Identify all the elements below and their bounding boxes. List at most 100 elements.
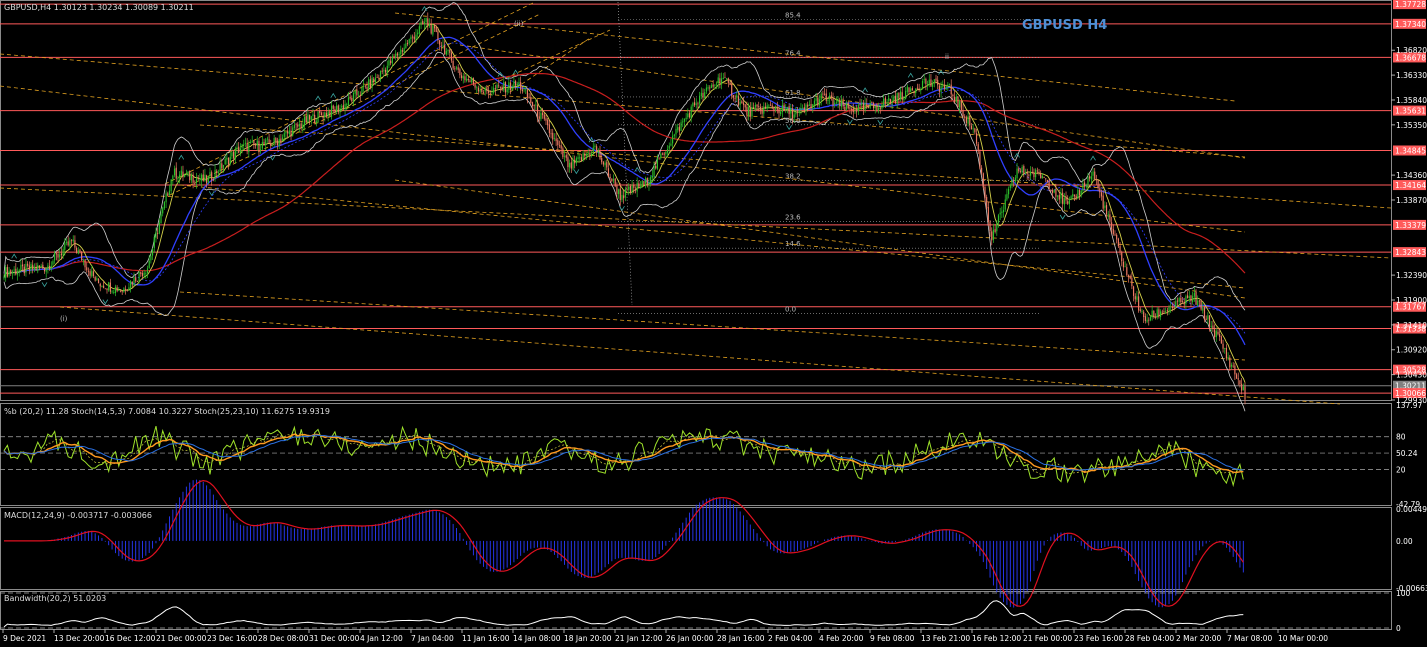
wave-label-ii: (ii): [514, 20, 524, 28]
candle-body-653: [1105, 205, 1108, 215]
candle-body-543: [920, 89, 922, 91]
candle-body-153: [261, 142, 263, 149]
candle-body-609: [1031, 171, 1033, 173]
candle-body-586: [992, 229, 995, 240]
candle-body-577: [977, 144, 979, 152]
candle-body-227: [386, 65, 388, 73]
candle-body-134: [229, 156, 231, 165]
candle-body-299: [508, 82, 510, 90]
candle-body-677: [1146, 319, 1148, 322]
horizontal-levels: [0, 3, 1391, 394]
candle-body-660: [1117, 238, 1119, 247]
candle-body-339: [575, 158, 577, 164]
candle-body-467: [791, 108, 794, 119]
candle-body-605: [1024, 172, 1027, 174]
candle-body-249: [423, 21, 426, 24]
candle-body-435: [737, 96, 740, 106]
candle-body-432: [732, 95, 734, 98]
candle-body-49: [86, 267, 88, 271]
xtick-label-10: 14 Jan 08:00: [513, 634, 561, 643]
xtick-label-19: 16 Feb 12:00: [972, 634, 1021, 643]
wave-label-ii-small: ii: [945, 53, 949, 61]
candle-body-547: [926, 84, 929, 86]
candle-body-311: [528, 96, 530, 99]
candle-body-162: [276, 140, 279, 146]
candle-body-138: [236, 147, 238, 149]
candle-body-29: [52, 261, 54, 265]
candle-body-102: [175, 167, 177, 179]
candle-body-463: [785, 109, 787, 111]
candle-body-507: [859, 104, 861, 106]
candle-body-580: [982, 173, 984, 188]
candle-body-492: [834, 102, 836, 105]
candle-body-613: [1038, 171, 1040, 173]
candle-body-433: [734, 98, 736, 99]
chart-canvas[interactable]: 85.476.461.850.038.223.614.60.0 GBPUSD,H…: [0, 0, 1427, 647]
fib-label-1: 76.4: [785, 49, 801, 57]
candle-body-600: [1016, 168, 1018, 179]
candle-body-349: [592, 147, 594, 153]
candle-body-385: [653, 165, 655, 177]
candle-body-659: [1116, 234, 1118, 240]
stoch-header: %b (20,2) 11.28 Stoch(14,5,3) 7.0084 10.…: [4, 407, 330, 416]
candle-body-366: [621, 195, 623, 200]
candle-body-286: [486, 87, 488, 92]
candle-body-434: [736, 95, 738, 98]
candle-body-188: [320, 112, 323, 116]
candle-body-223: [379, 70, 382, 77]
candle-body-381: [646, 178, 648, 186]
candle-body-361: [612, 179, 615, 181]
xtick-label-5: 28 Dec 08:00: [258, 634, 309, 643]
candle-body-7: [15, 268, 17, 275]
candle-body-474: [803, 107, 805, 111]
candle-body-222: [378, 77, 380, 79]
candle-body-506: [857, 105, 859, 112]
candle-body-104: [179, 174, 181, 178]
candle-body-273: [464, 76, 466, 81]
candle-body-300: [509, 82, 512, 90]
impulse-channel-2: [479, 29, 611, 91]
candle-body-620: [1050, 189, 1052, 191]
candle-body-616: [1043, 176, 1045, 178]
candle-body-185: [315, 121, 317, 123]
candle-body-441: [748, 107, 750, 116]
candle-body-341: [579, 157, 581, 159]
candle-body-303: [515, 81, 517, 86]
fractal-up-303: [512, 69, 519, 75]
candle-body-322: [547, 119, 549, 126]
candle-body-701: [1187, 295, 1189, 298]
candle-body-169: [288, 130, 290, 135]
candle-body-21: [38, 265, 41, 268]
candle-body-438: [742, 102, 745, 105]
candle-body-661: [1119, 246, 1121, 252]
candle-body-602: [1019, 171, 1022, 172]
candle-body-693: [1173, 307, 1175, 308]
candle-body-197: [336, 105, 338, 112]
channel-line-4: [179, 291, 1246, 361]
candle-body-332: [563, 155, 566, 157]
candle-body-261: [444, 45, 446, 55]
candle-body-297: [504, 82, 507, 93]
candle-body-562: [952, 94, 954, 97]
candle-body-115: [197, 177, 199, 180]
candle-body-335: [569, 162, 571, 168]
candle-body-505: [856, 111, 858, 113]
candle-body-334: [567, 157, 569, 168]
candle-body-248: [422, 20, 424, 25]
fractal-down-627: [1059, 214, 1066, 220]
candle-body-30: [54, 253, 56, 261]
candle-body-81: [140, 272, 142, 274]
candle-body-468: [793, 114, 795, 118]
candle-body-144: [246, 143, 248, 152]
candle-body-672: [1138, 296, 1140, 311]
candle-body-541: [916, 87, 919, 89]
candle-body-647: [1095, 179, 1098, 181]
candle-body-454: [769, 104, 772, 106]
candle-body-681: [1153, 311, 1155, 317]
candle-body-401: [680, 122, 682, 131]
candle-body-139: [238, 146, 240, 153]
candle-body-333: [565, 155, 567, 158]
candle-body-93: [160, 214, 162, 224]
fractal-up-195: [330, 92, 337, 98]
candle-body-680: [1151, 310, 1153, 318]
